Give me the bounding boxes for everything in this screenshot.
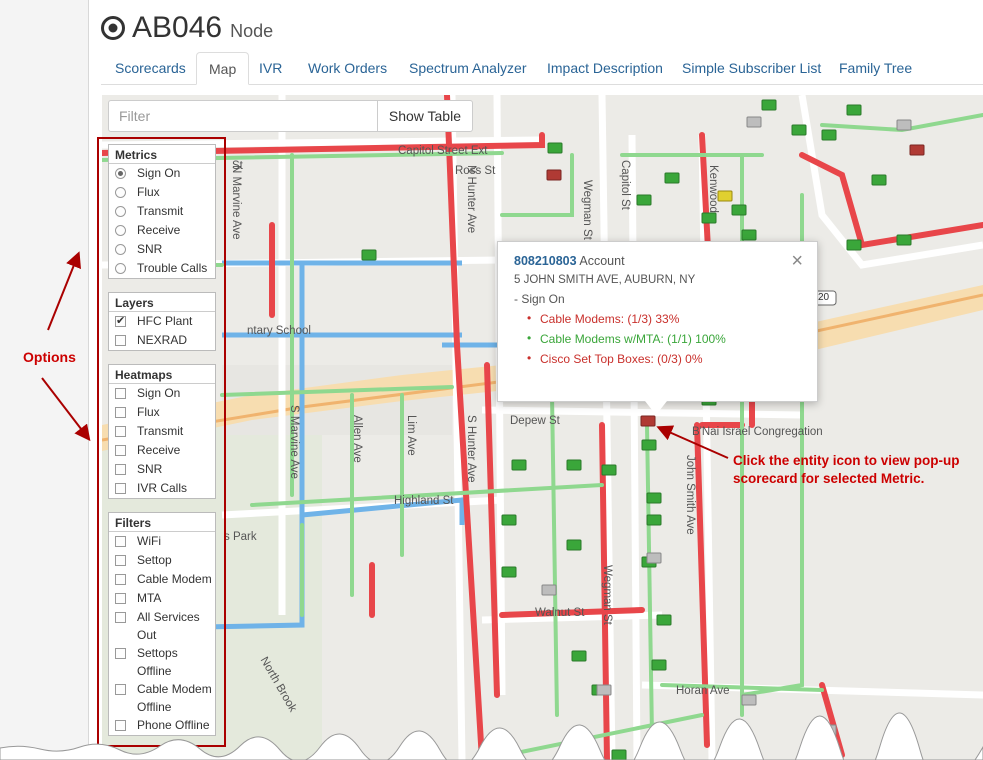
annotation-text: Click the entity icon to view pop-up sco… xyxy=(733,453,960,486)
options-arrow-up xyxy=(47,251,81,331)
node-page: AB046 Node Scorecards Map IVR Work Order… xyxy=(0,0,983,760)
callout-arrows xyxy=(0,251,983,760)
popup-item-cable-modems: Cable Modems: (1/3) 33% xyxy=(527,311,801,326)
torn-edge xyxy=(0,712,983,760)
account-label: Account xyxy=(579,254,625,268)
account-number-link[interactable]: 808210803 xyxy=(514,254,577,268)
close-icon[interactable]: × xyxy=(791,250,803,273)
popup-account-line: 808210803 Account xyxy=(514,254,801,268)
popup-address: 5 JOHN SMITH AVE, AUBURN, NY xyxy=(514,274,696,286)
popup-item-set-top-boxes: Cisco Set Top Boxes: (0/3) 0% xyxy=(527,351,801,366)
popup-item-cable-modems-mta: Cable Modems w/MTA: (1/1) 100% xyxy=(527,331,801,346)
popup-metric: - Sign On xyxy=(514,292,565,306)
options-arrow-down xyxy=(41,377,91,442)
popup-pointer xyxy=(645,401,667,415)
scorecard-popup: × 808210803 Account 5 JOHN SMITH AVE, AU… xyxy=(497,241,818,402)
annotation-arrow xyxy=(656,425,729,459)
